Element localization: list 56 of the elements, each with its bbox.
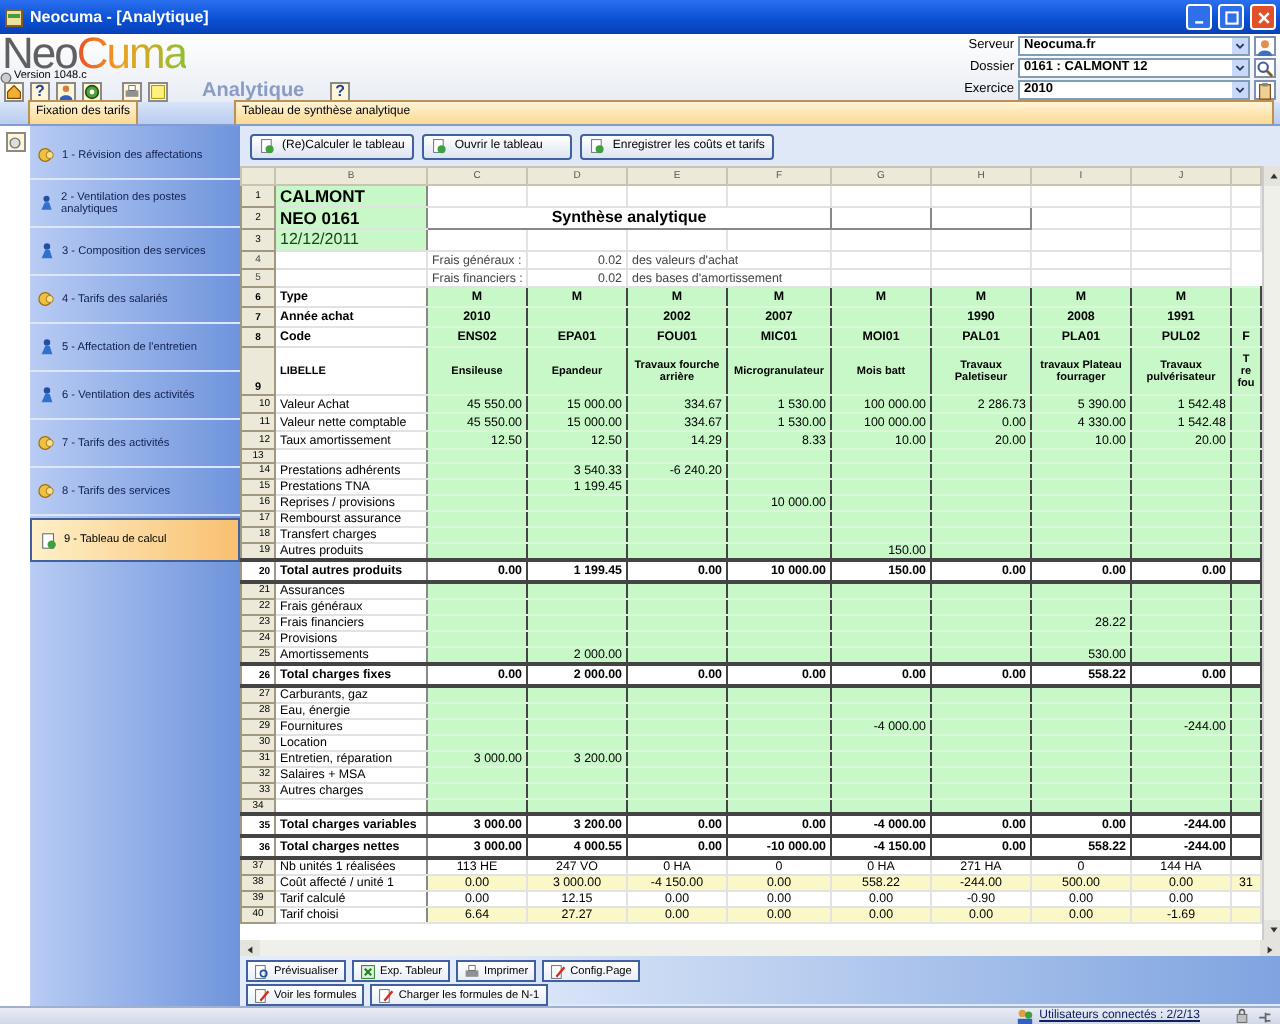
coins-icon bbox=[38, 290, 56, 308]
person-icon bbox=[38, 242, 56, 260]
print-button[interactable] bbox=[122, 82, 142, 102]
lock-icon bbox=[1234, 1008, 1250, 1024]
close-icon bbox=[1255, 9, 1271, 25]
note-button[interactable] bbox=[148, 82, 168, 102]
person-icon bbox=[38, 338, 56, 356]
help-button[interactable]: ? bbox=[30, 82, 50, 102]
help-button[interactable]: ? bbox=[330, 82, 351, 102]
horizontal-scrollbar[interactable] bbox=[240, 940, 1280, 956]
coins-icon bbox=[38, 434, 56, 452]
coins-icon bbox=[38, 146, 56, 164]
note-icon bbox=[150, 84, 166, 100]
preview-icon bbox=[254, 963, 270, 979]
table-heading: Synthèse analytique bbox=[427, 207, 831, 229]
clipboard-icon bbox=[1256, 81, 1274, 99]
logo-text: Neo bbox=[2, 34, 77, 72]
spreadsheet-icon bbox=[360, 963, 377, 979]
table-cell: 12/12/2011 bbox=[275, 229, 427, 251]
logo-text: Cuma bbox=[76, 34, 187, 72]
pencil-icon bbox=[550, 963, 567, 979]
users-icon bbox=[1015, 1007, 1034, 1024]
document-icon bbox=[590, 138, 607, 154]
minimize-button[interactable] bbox=[1186, 4, 1212, 30]
module-title: Analytique bbox=[202, 82, 305, 102]
person-icon bbox=[58, 84, 74, 100]
table-cell: CALMONT bbox=[275, 185, 427, 207]
clipboard-button[interactable] bbox=[1254, 80, 1276, 100]
pencil-icon bbox=[378, 987, 395, 1003]
vertical-scrollbar[interactable] bbox=[1262, 166, 1280, 940]
pencil-icon bbox=[254, 987, 270, 1003]
document-icon bbox=[432, 138, 449, 154]
user-icon bbox=[1256, 37, 1274, 55]
table-cell: NEO 0161 bbox=[275, 207, 427, 229]
close-button[interactable] bbox=[1250, 4, 1276, 30]
home-button[interactable] bbox=[4, 82, 24, 102]
search-icon bbox=[1256, 59, 1274, 77]
disk-icon bbox=[0, 71, 12, 83]
user-button[interactable] bbox=[1254, 36, 1276, 56]
person-button[interactable] bbox=[56, 82, 76, 102]
document-icon bbox=[40, 531, 58, 549]
search-button[interactable] bbox=[1254, 58, 1276, 78]
coins-icon bbox=[38, 482, 56, 500]
plug-icon bbox=[1256, 1008, 1272, 1024]
maximize-icon bbox=[1223, 9, 1239, 25]
scroll-up-icon bbox=[1268, 170, 1280, 182]
printer-icon bbox=[464, 963, 481, 979]
scroll-down-icon bbox=[1268, 924, 1280, 936]
collapse-button[interactable] bbox=[5, 132, 25, 152]
window-icon bbox=[4, 7, 24, 27]
person-icon bbox=[38, 194, 56, 212]
person-icon bbox=[38, 386, 56, 404]
printer-icon bbox=[124, 84, 140, 100]
window-title: Neocuma - [Analytique] bbox=[30, 8, 211, 26]
document-icon bbox=[260, 138, 276, 154]
maximize-button[interactable] bbox=[1218, 4, 1244, 30]
